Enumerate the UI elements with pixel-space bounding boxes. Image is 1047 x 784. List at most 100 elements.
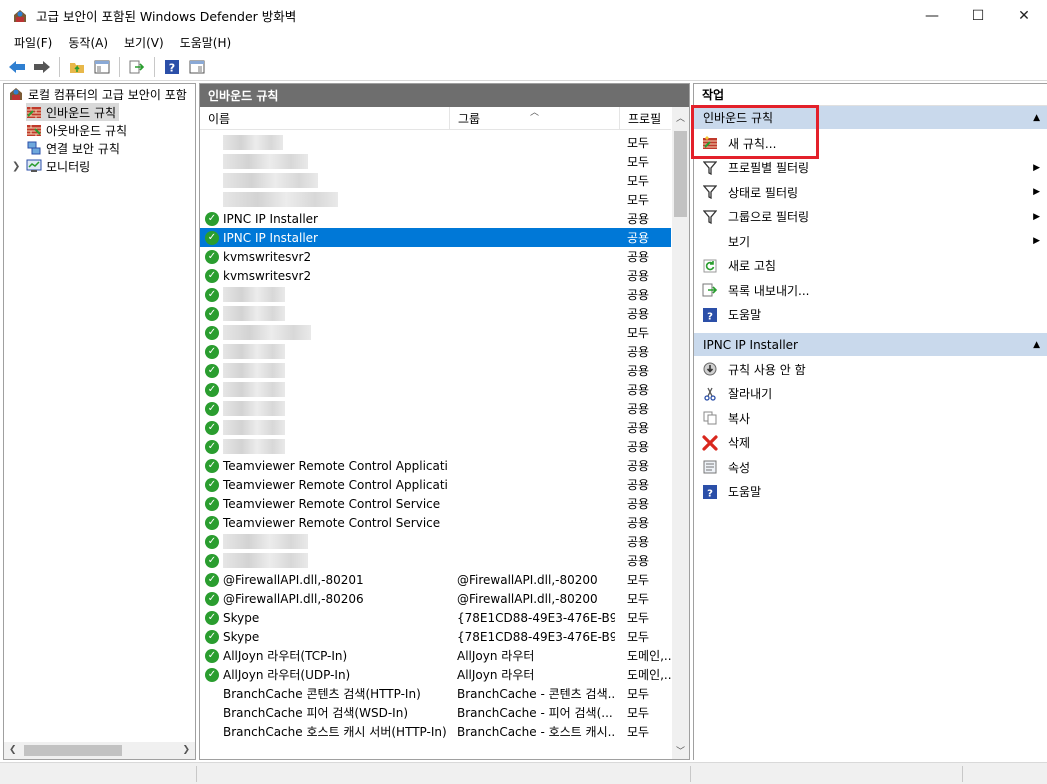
action-item[interactable]: 목록 내보내기... xyxy=(694,278,1047,302)
table-row[interactable]: ✓ IPNC IP Installer 공용 xyxy=(200,209,671,228)
column-header-profile[interactable]: 프로필 xyxy=(620,107,671,130)
rule-profile-cell: 공용 xyxy=(627,516,650,530)
menu-help[interactable]: 도움말(H) xyxy=(172,34,240,51)
rule-name-cell: ✓ xyxy=(205,380,448,399)
table-row[interactable]: ✓ 공용 xyxy=(200,380,671,399)
action-item[interactable]: 그룹으로 필터링 ▶ xyxy=(694,205,1047,229)
connection-security-icon xyxy=(26,140,42,156)
rule-name-cell: ✓ xyxy=(205,285,448,304)
action-item[interactable]: ? 도움말 xyxy=(694,303,1047,327)
table-row[interactable]: ✓ kvmswritesvr2 공용 xyxy=(200,266,671,285)
table-row[interactable]: ✓ 공용 xyxy=(200,532,671,551)
export-list-icon[interactable] xyxy=(126,56,148,78)
action-item[interactable]: 복사 xyxy=(694,406,1047,430)
rule-group-cell xyxy=(457,342,615,361)
table-row[interactable]: 모두 xyxy=(200,171,671,190)
table-row[interactable]: ✓ IPNC IP Installer 공용 xyxy=(200,228,671,247)
vertical-scrollbar[interactable]: ︿ ﹀ xyxy=(672,107,689,759)
table-row[interactable]: ✓ kvmswritesvr2 공용 xyxy=(200,247,671,266)
table-row[interactable]: ✓ Teamviewer Remote Control Application 공용 xyxy=(200,475,671,494)
table-row[interactable]: ✓ 공용 xyxy=(200,361,671,380)
action-item[interactable]: 새로 고침 xyxy=(694,254,1047,278)
table-row[interactable]: ✓ 모두 xyxy=(200,323,671,342)
column-header-name[interactable]: 이름 xyxy=(200,107,450,130)
scroll-left-icon[interactable]: ❮ xyxy=(9,745,17,755)
collapse-triangle-icon[interactable]: ▲ xyxy=(1033,113,1040,123)
tree-item-inbound-rules[interactable]: 인바운드 규칙 xyxy=(26,103,120,121)
tree-item-label: 모니터링 xyxy=(46,159,91,174)
show-hide-tree-icon[interactable] xyxy=(91,56,113,78)
tree-item-outbound-rules[interactable]: 아웃바운드 규칙 xyxy=(26,121,127,139)
table-row[interactable]: 모두 xyxy=(200,190,671,209)
tree-item-monitoring[interactable]: ❯ 모니터링 xyxy=(12,157,90,175)
menu-action[interactable]: 동작(A) xyxy=(60,34,116,51)
scroll-up-icon[interactable]: ︿ xyxy=(676,111,685,124)
table-row[interactable]: ✓ AllJoyn 라우터(TCP-In) AllJoyn 라우터 도메인,... xyxy=(200,646,671,665)
menu-view[interactable]: 보기(V) xyxy=(116,34,172,51)
collapse-triangle-icon[interactable]: ▲ xyxy=(1033,340,1040,350)
enabled-check-icon: ✓ xyxy=(205,572,219,587)
expand-chevron-icon[interactable]: ❯ xyxy=(12,161,22,172)
action-item[interactable]: 상태로 필터링 ▶ xyxy=(694,180,1047,204)
table-row[interactable]: ✓ Teamviewer Remote Control Service 공용 xyxy=(200,494,671,513)
show-hide-action-pane-icon[interactable] xyxy=(186,56,208,78)
table-row[interactable]: BranchCache 콘텐츠 검색(HTTP-In) BranchCache -… xyxy=(200,684,671,703)
redacted-text xyxy=(223,363,285,378)
rule-name-text: BranchCache 콘텐츠 검색(HTTP-In) xyxy=(223,687,421,701)
table-row[interactable]: BranchCache 호스트 캐시 서버(HTTP-In) BranchCach… xyxy=(200,722,671,741)
table-row[interactable]: 모두 xyxy=(200,152,671,171)
tree-root[interactable]: 로컬 컴퓨터의 고급 보안이 포함 xyxy=(8,85,187,103)
action-item[interactable]: 잘라내기 xyxy=(694,382,1047,406)
help-icon[interactable]: ? xyxy=(161,56,183,78)
rule-profile-cell: 공용 xyxy=(627,269,650,283)
menu-file[interactable]: 파일(F) xyxy=(6,34,60,51)
table-row[interactable]: ✓ 공용 xyxy=(200,285,671,304)
table-row[interactable]: ✓ Teamviewer Remote Control Application 공용 xyxy=(200,456,671,475)
tree-item-connection-security-rules[interactable]: 연결 보안 규칙 xyxy=(26,139,120,157)
table-row[interactable]: ✓ Teamviewer Remote Control Service 공용 xyxy=(200,513,671,532)
table-row[interactable]: ✓ AllJoyn 라우터(UDP-In) AllJoyn 라우터 도메인,... xyxy=(200,665,671,684)
horizontal-scrollbar[interactable]: ❮ ❯ xyxy=(4,742,195,759)
tree-root-label: 로컬 컴퓨터의 고급 보안이 포함 xyxy=(28,87,187,102)
rule-name-cell: ✓ AllJoyn 라우터(TCP-In) xyxy=(205,646,448,665)
scroll-down-icon[interactable]: ﹀ xyxy=(676,744,685,757)
table-row[interactable]: ✓ 공용 xyxy=(200,342,671,361)
enabled-check-icon: ✓ xyxy=(205,534,219,549)
table-row[interactable]: ✓ Skype {78E1CD88-49E3-476E-B9... 모두 xyxy=(200,627,671,646)
action-item[interactable]: 속성 xyxy=(694,455,1047,479)
up-folder-icon[interactable] xyxy=(66,56,88,78)
action-item[interactable]: 규칙 사용 안 함 xyxy=(694,357,1047,381)
enabled-check-icon: ✓ xyxy=(205,648,219,663)
table-row[interactable]: BranchCache 피어 검색(WSD-In) BranchCache - 피… xyxy=(200,703,671,722)
forward-icon[interactable] xyxy=(31,56,53,78)
action-item[interactable]: 프로필별 필터링 ▶ xyxy=(694,156,1047,180)
scrollbar-thumb[interactable] xyxy=(674,131,687,217)
action-item[interactable]: ? 도움말 xyxy=(694,480,1047,504)
table-row[interactable]: ✓ @FirewallAPI.dll,-80201 @FirewallAPI.dll… xyxy=(200,570,671,589)
table-row[interactable]: 모두 xyxy=(200,133,671,152)
table-row[interactable]: ✓ 공용 xyxy=(200,399,671,418)
rule-group-cell xyxy=(457,399,615,418)
enabled-check-icon: ✓ xyxy=(205,477,219,492)
close-button[interactable]: ✕ xyxy=(1001,0,1047,31)
action-label: 새로 고침 xyxy=(728,259,776,273)
action-item[interactable]: 보기 ▶ xyxy=(694,229,1047,253)
rule-profile-cell: 도메인,... xyxy=(627,668,671,682)
action-item[interactable]: 삭제 xyxy=(694,431,1047,455)
actions-section-selected-rule[interactable]: IPNC IP Installer ▲ xyxy=(694,333,1047,356)
maximize-button[interactable]: ☐ xyxy=(955,0,1001,31)
scroll-right-icon[interactable]: ❯ xyxy=(182,745,190,755)
enabled-check-icon: ✓ xyxy=(205,496,219,511)
rule-profile-cell: 공용 xyxy=(627,288,650,302)
refresh-icon xyxy=(702,258,718,274)
scrollbar-thumb[interactable] xyxy=(24,745,122,756)
table-row[interactable]: ✓ 공용 xyxy=(200,437,671,456)
menu-bar: 파일(F) 동작(A) 보기(V) 도움말(H) xyxy=(0,31,1047,53)
table-row[interactable]: ✓ 공용 xyxy=(200,551,671,570)
back-icon[interactable] xyxy=(6,56,28,78)
table-row[interactable]: ✓ 공용 xyxy=(200,304,671,323)
table-row[interactable]: ✓ @FirewallAPI.dll,-80206 @FirewallAPI.dll… xyxy=(200,589,671,608)
minimize-button[interactable]: — xyxy=(909,0,955,31)
table-row[interactable]: ✓ Skype {78E1CD88-49E3-476E-B9... 모두 xyxy=(200,608,671,627)
table-row[interactable]: ✓ 공용 xyxy=(200,418,671,437)
